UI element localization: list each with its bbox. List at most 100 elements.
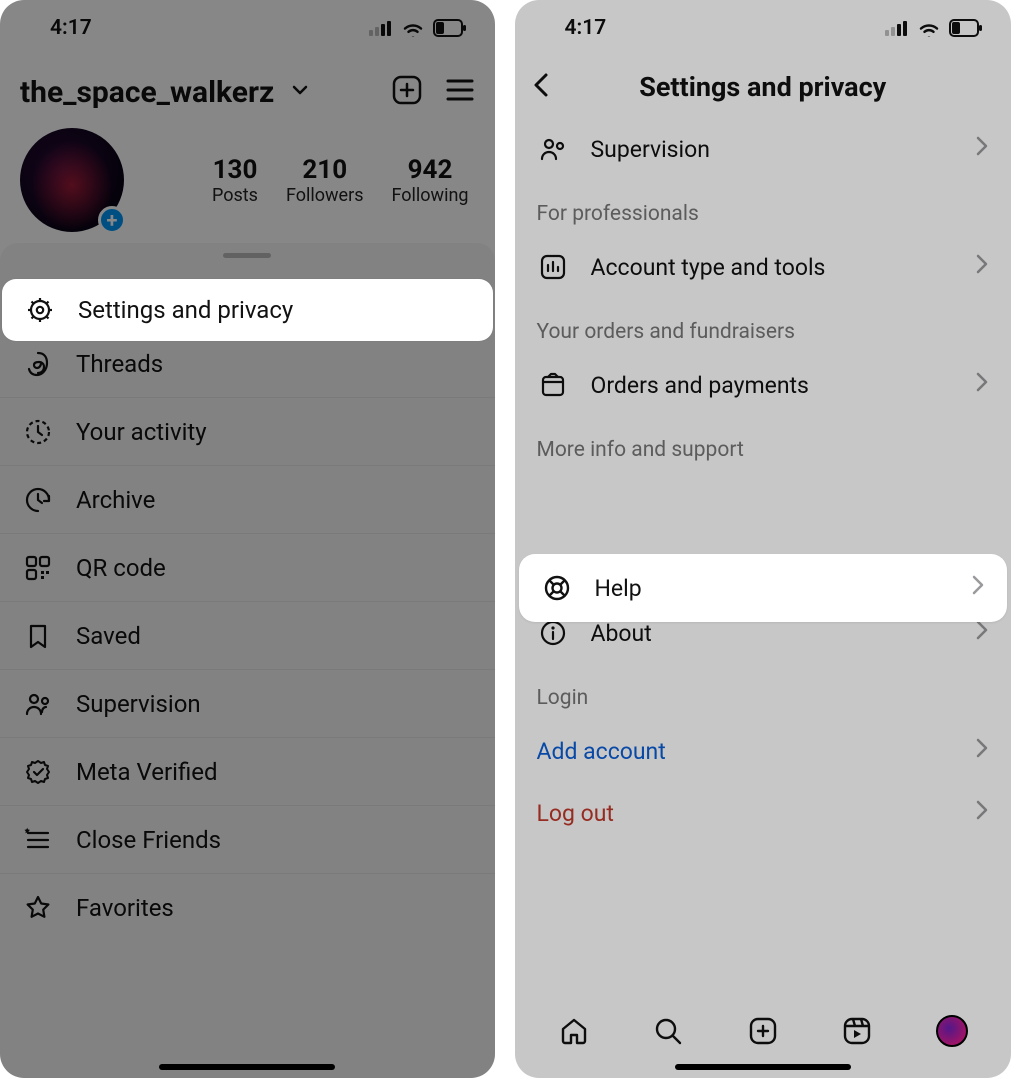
menu-supervision[interactable]: Supervision <box>0 670 495 738</box>
chevron-right-icon <box>975 253 989 281</box>
following-label: Following <box>392 185 469 206</box>
menu-threads-label: Threads <box>76 350 163 378</box>
tab-search[interactable] <box>649 1012 687 1050</box>
section-support: More info and support <box>515 416 1011 472</box>
verified-icon <box>22 758 54 786</box>
supervision-icon <box>537 135 569 163</box>
row-about-label: About <box>591 620 652 647</box>
followers-count: 210 <box>286 155 364 185</box>
chevron-right-icon <box>971 574 985 602</box>
row-orders[interactable]: Orders and payments <box>515 354 1011 416</box>
menu-archive[interactable]: Archive <box>0 466 495 534</box>
row-orders-label: Orders and payments <box>591 372 809 399</box>
nav-bar: Settings and privacy <box>515 56 1011 118</box>
svg-text:29: 29 <box>444 25 454 35</box>
status-bar: 4:17 29 <box>0 0 495 56</box>
chart-icon <box>537 253 569 281</box>
info-icon <box>537 619 569 647</box>
menu-activity[interactable]: Your activity <box>0 398 495 466</box>
home-indicator[interactable] <box>159 1064 335 1070</box>
left-screen: 4:17 29 the_space_walkerz <box>0 0 495 1078</box>
cellular-icon <box>369 20 393 36</box>
battery-icon: 29 <box>433 19 467 37</box>
chevron-right-icon <box>975 619 989 647</box>
cellular-icon <box>885 20 909 36</box>
followers-stat[interactable]: 210 Followers <box>286 155 364 206</box>
hamburger-icon[interactable] <box>445 77 475 107</box>
row-account-type-label: Account type and tools <box>591 254 826 281</box>
section-login: Login <box>515 664 1011 720</box>
row-add-account[interactable]: Add account <box>515 720 1011 782</box>
threads-icon <box>22 350 54 378</box>
gear-icon <box>24 296 56 324</box>
right-screen: 4:17 29 Settings and privacy Supervision… <box>515 0 1011 1078</box>
add-story-icon[interactable]: + <box>98 206 126 234</box>
menu-settings-privacy[interactable]: Settings and privacy <box>2 279 493 341</box>
row-supervision-label: Supervision <box>591 136 710 163</box>
posts-count: 130 <box>212 155 258 185</box>
row-log-out[interactable]: Log out <box>515 782 1011 844</box>
wifi-icon <box>917 19 941 37</box>
home-indicator[interactable] <box>675 1064 851 1070</box>
menu-qr[interactable]: QR code <box>0 534 495 602</box>
profile-header: the_space_walkerz <box>0 56 495 120</box>
status-bar: 4:17 29 <box>515 0 1011 56</box>
following-stat[interactable]: 942 Following <box>392 155 469 206</box>
bookmark-icon <box>22 622 54 650</box>
tab-profile[interactable] <box>933 1012 971 1050</box>
posts-label: Posts <box>212 185 258 206</box>
action-sheet: Threads Your activity Archive QR code Sa… <box>0 243 495 1078</box>
row-supervision[interactable]: Supervision <box>515 118 1011 180</box>
row-help-label: Help <box>595 575 642 602</box>
page-title: Settings and privacy <box>639 71 886 103</box>
menu-favorites[interactable]: Favorites <box>0 874 495 942</box>
archive-icon <box>22 486 54 514</box>
row-account-type[interactable]: Account type and tools <box>515 236 1011 298</box>
posts-stat[interactable]: 130 Posts <box>212 155 258 206</box>
chevron-right-icon <box>975 799 989 827</box>
back-icon[interactable] <box>529 72 555 102</box>
chevron-down-icon[interactable] <box>290 80 310 104</box>
menu-meta-verified[interactable]: Meta Verified <box>0 738 495 806</box>
status-time: 4:17 <box>50 16 92 40</box>
row-log-out-label: Log out <box>537 800 614 827</box>
chevron-right-icon <box>975 135 989 163</box>
menu-activity-label: Your activity <box>76 418 207 446</box>
wifi-icon <box>401 19 425 37</box>
row-help[interactable]: Help <box>519 554 1008 622</box>
status-icons: 29 <box>369 19 467 37</box>
tab-reels[interactable] <box>838 1012 876 1050</box>
avatar[interactable]: + <box>20 128 124 232</box>
menu-saved[interactable]: Saved <box>0 602 495 670</box>
section-orders: Your orders and fundraisers <box>515 298 1011 354</box>
tab-home[interactable] <box>555 1012 593 1050</box>
supervision-icon <box>22 690 54 718</box>
chevron-right-icon <box>975 371 989 399</box>
create-icon[interactable] <box>391 74 423 110</box>
help-icon <box>541 574 573 602</box>
svg-text:29: 29 <box>961 25 971 35</box>
status-time: 4:17 <box>565 16 607 40</box>
profile-stats-row: + 130 Posts 210 Followers 942 Following <box>0 120 495 252</box>
followers-label: Followers <box>286 185 364 206</box>
section-professionals: For professionals <box>515 180 1011 236</box>
qr-icon <box>22 554 54 582</box>
sheet-handle[interactable] <box>223 253 271 258</box>
username-label[interactable]: the_space_walkerz <box>20 75 274 110</box>
menu-close-friends-label: Close Friends <box>76 826 221 854</box>
menu-supervision-label: Supervision <box>76 690 201 718</box>
following-count: 942 <box>392 155 469 185</box>
menu-favorites-label: Favorites <box>76 894 174 922</box>
star-icon <box>22 894 54 922</box>
row-add-account-label: Add account <box>537 738 666 765</box>
battery-icon: 29 <box>949 19 983 37</box>
status-icons: 29 <box>885 19 983 37</box>
tab-create[interactable] <box>744 1012 782 1050</box>
menu-saved-label: Saved <box>76 622 141 650</box>
menu-meta-label: Meta Verified <box>76 758 218 786</box>
chevron-right-icon <box>975 737 989 765</box>
menu-close-friends[interactable]: Close Friends <box>0 806 495 874</box>
menu-archive-label: Archive <box>76 486 155 514</box>
orders-icon <box>537 371 569 399</box>
activity-icon <box>22 418 54 446</box>
